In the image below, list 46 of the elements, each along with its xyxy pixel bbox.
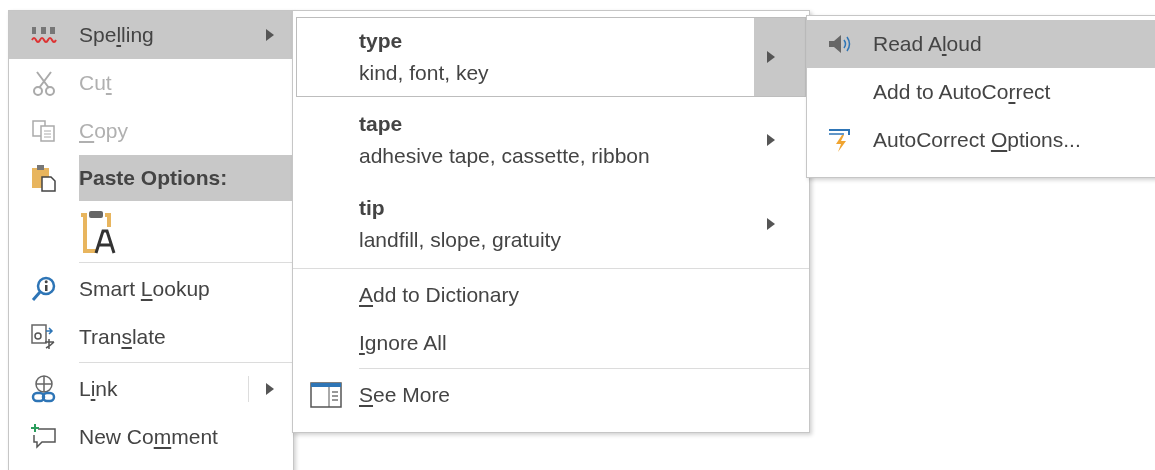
synonyms-text: landfill, slope, gratuity: [359, 228, 562, 252]
suggestion-item[interactable]: tape adhesive tape, cassette, ribbon: [296, 99, 806, 181]
submenu-arrow-icon: [765, 217, 776, 231]
menu-item[interactable]: Ignore All: [293, 319, 809, 367]
search-icon: [30, 275, 58, 303]
menu-item-label: Add to Dictionary: [359, 283, 520, 307]
menu-item-label: Copy: [79, 119, 130, 143]
copy-icon: [31, 119, 57, 143]
menu-item[interactable]: Add to Dictionary: [293, 271, 809, 319]
synonyms-text: adhesive tape, cassette, ribbon: [359, 144, 651, 168]
submenu-arrow-icon: [765, 50, 776, 64]
menu-item-label: Spelling: [79, 23, 155, 47]
menu-item-label: Link: [79, 377, 119, 401]
menu-item[interactable]: Add to AutoCorrect: [807, 68, 1155, 116]
scissors-icon: [31, 70, 57, 96]
suggestion-word: type: [359, 29, 404, 53]
menu-item-label: Add to AutoCorrect: [873, 80, 1052, 104]
menu-item-label: Cut: [79, 71, 113, 95]
menu-item[interactable]: Read Aloud: [807, 20, 1155, 68]
paste-icon: [30, 163, 58, 193]
link-icon: [30, 374, 58, 404]
suggestion-item[interactable]: tip landfill, slope, gratuity: [296, 183, 806, 265]
pane-icon: [309, 381, 343, 409]
menu-item-label: New Comment: [79, 425, 219, 449]
menu-item[interactable]: Spelling: [9, 11, 293, 59]
spelling-icon: [30, 24, 58, 46]
comment-icon: [30, 423, 58, 451]
paste-options-heading: Paste Options:: [79, 155, 293, 201]
synonyms-text: kind, font, key: [359, 61, 490, 85]
menu-item-label: AutoCorrect Options...: [873, 128, 1082, 152]
suggestion-word: tip: [359, 196, 386, 220]
submenu-arrow-icon: [765, 133, 776, 147]
menu-item[interactable]: See More: [293, 371, 809, 419]
suggestion-item[interactable]: type kind, font, key: [296, 17, 806, 97]
menu-item-label: Read Aloud: [873, 32, 983, 56]
menu-item[interactable]: New Comment: [9, 413, 293, 461]
menu-item[interactable]: Translate: [9, 313, 293, 361]
suggestion-word: tape: [359, 112, 404, 136]
menu-item-label: Translate: [79, 325, 167, 349]
menu-item-label: See More: [359, 383, 452, 407]
menu-item-label: Ignore All: [359, 331, 448, 355]
translate-icon: [30, 323, 58, 351]
menu-item-label: Smart Lookup: [79, 277, 211, 301]
menu-item[interactable]: Link: [9, 365, 293, 413]
menu-item[interactable]: Smart Lookup: [9, 265, 293, 313]
menu-item[interactable]: AutoCorrect Options...: [807, 116, 1155, 164]
